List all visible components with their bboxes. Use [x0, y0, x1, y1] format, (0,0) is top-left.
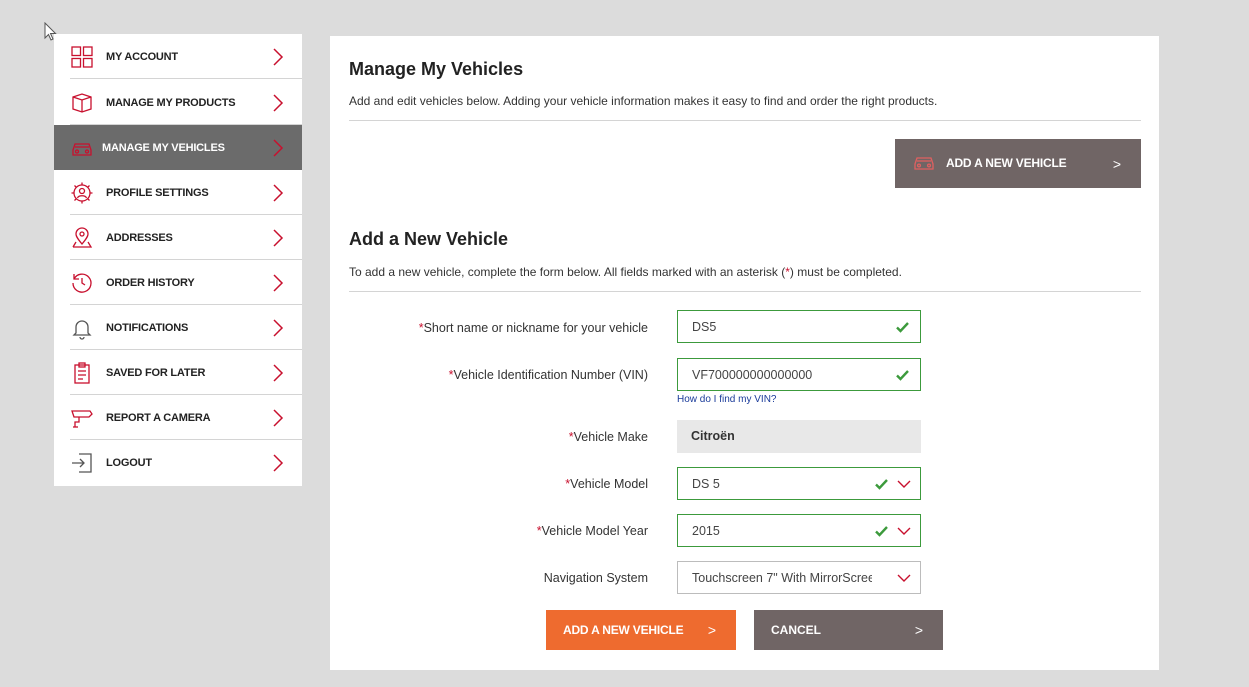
checkmark-icon	[896, 370, 909, 381]
divider	[349, 120, 1141, 121]
navigation-system-select[interactable]: Touchscreen 7" With MirrorScreen	[677, 561, 921, 594]
sidebar-item-addresses[interactable]: ADDRESSES	[54, 215, 302, 260]
camera-icon	[71, 409, 93, 428]
model-label: *Vehicle Model	[565, 477, 648, 491]
account-sidebar: MY ACCOUNT MANAGE MY PRODUCTS MANAGE MY …	[54, 34, 302, 486]
sidebar-item-label: ADDRESSES	[106, 231, 173, 244]
chevron-right-icon	[273, 273, 284, 292]
sidebar-item-label: MANAGE MY PRODUCTS	[106, 96, 236, 109]
grid-icon	[71, 45, 93, 68]
year-label: *Vehicle Model Year	[536, 524, 648, 538]
vin-label: *Vehicle Identification Number (VIN)	[448, 368, 648, 382]
sidebar-item-my-account[interactable]: MY ACCOUNT	[54, 34, 302, 79]
sidebar-item-label: PROFILE SETTINGS	[106, 186, 209, 199]
button-label: ADD A NEW VEHICLE	[563, 623, 684, 637]
vin-input[interactable]: VF700000000000000	[677, 358, 921, 391]
year-select[interactable]: 2015	[677, 514, 921, 547]
find-vin-help-link[interactable]: How do I find my VIN?	[677, 394, 776, 405]
button-label: CANCEL	[771, 623, 821, 637]
divider	[349, 291, 1141, 292]
make-value: Citroën	[677, 420, 921, 453]
history-clock-icon	[72, 272, 92, 293]
select-value: Touchscreen 7" With MirrorScreen	[692, 571, 872, 585]
car-icon	[72, 142, 92, 156]
chevron-right-icon: >	[914, 622, 923, 638]
page-title: Manage My Vehicles	[349, 59, 524, 79]
model-select[interactable]: DS 5	[677, 467, 921, 500]
nickname-input[interactable]: DS5	[677, 310, 921, 343]
checkmark-icon	[896, 322, 909, 333]
add-new-vehicle-submit-button[interactable]: ADD A NEW VEHICLE >	[546, 610, 736, 650]
chevron-right-icon	[273, 318, 284, 337]
sidebar-item-label: REPORT A CAMERA	[106, 411, 211, 424]
input-value: Citroën	[691, 429, 735, 443]
sidebar-item-manage-products[interactable]: MANAGE MY PRODUCTS	[54, 80, 302, 125]
chevron-right-icon	[273, 363, 284, 382]
chevron-right-icon	[273, 138, 284, 157]
box-icon	[72, 92, 92, 113]
select-value: 2015	[692, 524, 720, 538]
sidebar-item-label: SAVED FOR LATER	[106, 366, 206, 379]
cancel-button[interactable]: CANCEL >	[754, 610, 943, 650]
chevron-right-icon	[273, 93, 284, 112]
chevron-down-icon	[897, 574, 911, 582]
checkmark-icon	[875, 526, 888, 537]
navigation-system-label: Navigation System	[543, 571, 648, 585]
chevron-right-icon	[273, 453, 284, 472]
chevron-right-icon	[273, 183, 284, 202]
chevron-right-icon: >	[707, 622, 716, 638]
chevron-down-icon	[897, 527, 911, 535]
sidebar-item-label: ORDER HISTORY	[106, 276, 195, 289]
sidebar-item-profile-settings[interactable]: PROFILE SETTINGS	[54, 170, 302, 215]
nickname-label: *Short name or nickname for your vehicle	[418, 321, 648, 335]
car-icon	[914, 157, 934, 170]
sidebar-item-report-camera[interactable]: REPORT A CAMERA	[54, 395, 302, 440]
bell-icon	[72, 319, 92, 340]
logout-icon	[72, 452, 92, 473]
sidebar-item-label: MY ACCOUNT	[106, 50, 178, 63]
button-label: ADD A NEW VEHICLE	[946, 156, 1067, 170]
add-vehicle-description: To add a new vehicle, complete the form …	[349, 265, 902, 279]
sidebar-item-label: NOTIFICATIONS	[106, 321, 189, 334]
chevron-right-icon	[273, 47, 284, 66]
divider	[70, 78, 302, 79]
sidebar-item-label: MANAGE MY VEHICLES	[102, 141, 225, 154]
make-label: *Vehicle Make	[568, 430, 648, 444]
input-value: VF700000000000000	[692, 368, 813, 382]
input-value: DS5	[692, 320, 717, 334]
sidebar-item-saved-for-later[interactable]: SAVED FOR LATER	[54, 350, 302, 395]
location-pin-icon	[72, 226, 93, 248]
add-new-vehicle-top-button[interactable]: ADD A NEW VEHICLE >	[895, 139, 1141, 188]
page-description: Add and edit vehicles below. Adding your…	[349, 94, 938, 108]
checkmark-icon	[875, 479, 888, 490]
chevron-right-icon	[273, 228, 284, 247]
gear-user-icon	[71, 182, 93, 203]
sidebar-item-manage-vehicles[interactable]: MANAGE MY VEHICLES	[54, 125, 302, 170]
sidebar-item-label: LOGOUT	[106, 456, 152, 469]
manage-vehicles-panel: Manage My Vehicles Add and edit vehicles…	[330, 36, 1159, 670]
select-value: DS 5	[692, 477, 720, 491]
add-vehicle-title: Add a New Vehicle	[349, 229, 509, 249]
chevron-down-icon	[897, 480, 911, 488]
chevron-right-icon	[273, 408, 284, 427]
clipboard-icon	[74, 361, 90, 384]
sidebar-item-notifications[interactable]: NOTIFICATIONS	[54, 305, 302, 350]
sidebar-item-logout[interactable]: LOGOUT	[54, 440, 302, 485]
chevron-right-icon: >	[1112, 156, 1121, 172]
sidebar-item-order-history[interactable]: ORDER HISTORY	[54, 260, 302, 305]
